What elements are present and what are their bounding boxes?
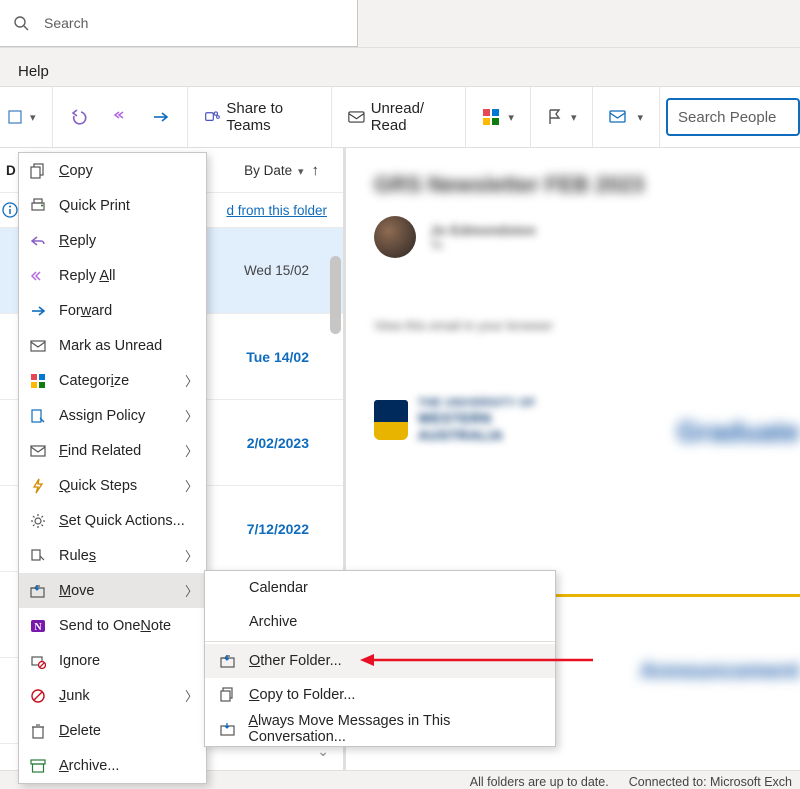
svg-text:N: N xyxy=(34,622,42,633)
junk-icon xyxy=(29,687,47,705)
print-icon xyxy=(29,197,47,215)
column-header-d: D xyxy=(6,163,16,178)
always-move-icon xyxy=(219,720,236,738)
copy-to-folder-icon xyxy=(219,686,237,704)
redo-button[interactable] xyxy=(145,103,177,131)
announcement-heading: Announcement xyxy=(640,658,800,684)
unread-read-label: Unread/ Read xyxy=(371,100,450,134)
email-subject: GRS Newsletter FEB 2023 xyxy=(374,172,772,198)
reply-all-icon xyxy=(29,267,47,285)
undo-button[interactable] xyxy=(63,103,95,131)
trash-icon xyxy=(29,722,47,740)
categorize-icon xyxy=(29,372,47,390)
policy-icon xyxy=(29,407,47,425)
share-to-teams-button[interactable]: Share to Teams xyxy=(198,96,321,138)
move-archive[interactable]: Archive xyxy=(205,605,555,639)
ctx-mark-unread[interactable]: Mark as Unread xyxy=(19,328,206,363)
ctx-copy[interactable]: Copy xyxy=(19,153,206,188)
uwa-text-1: THE UNIVERSITY OF xyxy=(418,397,536,410)
gear-icon xyxy=(29,512,47,530)
categorize-ribbon-button[interactable]: ▾ xyxy=(476,104,520,130)
forward-icon xyxy=(29,302,47,320)
ctx-archive[interactable]: Archive... xyxy=(19,748,206,783)
submenu-separator xyxy=(205,641,555,642)
focused-folder-link[interactable]: d from this folder xyxy=(226,203,327,218)
copy-icon xyxy=(29,162,47,180)
search-people-input[interactable]: Search People xyxy=(666,98,800,136)
ctx-find-related[interactable]: Find Related〉 xyxy=(19,433,206,468)
share-to-teams-label: Share to Teams xyxy=(226,100,314,134)
view-in-browser-hint: View this email in your browser xyxy=(374,318,772,333)
title-search-bar: Search xyxy=(0,0,800,48)
annotation-arrow xyxy=(358,650,598,670)
onenote-icon: N xyxy=(29,617,47,635)
uwa-text-2: WESTERN xyxy=(418,410,536,427)
new-items-ribbon-button[interactable]: ▾ xyxy=(603,104,649,130)
lightning-icon xyxy=(29,477,47,495)
ctx-send-onenote[interactable]: NSend to OneNote xyxy=(19,608,206,643)
move-to-folder-icon xyxy=(29,582,47,600)
graduate-heading: Graduate xyxy=(677,416,800,448)
sort-direction-icon[interactable]: ↑ xyxy=(312,162,320,179)
ctx-ignore[interactable]: Ignore xyxy=(19,643,206,678)
ribbon: ▾ Share to Teams Unread/ Read ▾ xyxy=(0,87,800,148)
find-related-icon xyxy=(29,442,47,460)
uwa-text-3: AUSTRALIA xyxy=(418,427,536,444)
undo-all-button[interactable] xyxy=(103,103,137,131)
ctx-delete[interactable]: Delete xyxy=(19,713,206,748)
ctx-set-quick-actions[interactable]: Set Quick Actions... xyxy=(19,503,206,538)
sender-name: Jo Edmondston xyxy=(430,222,536,238)
sort-by-date[interactable]: By Date ▾ xyxy=(244,163,303,178)
global-search-box[interactable]: Search xyxy=(0,0,358,47)
ribbon-dropdown[interactable]: ▾ xyxy=(2,106,42,128)
list-scrollbar[interactable] xyxy=(330,256,341,596)
sender-avatar xyxy=(374,216,416,258)
rules-icon xyxy=(29,547,47,565)
search-icon xyxy=(12,14,30,32)
ctx-quick-steps[interactable]: Quick Steps〉 xyxy=(19,468,206,503)
ribbon-tabs: Help xyxy=(0,48,800,87)
ctx-quick-print[interactable]: Quick Print xyxy=(19,188,206,223)
context-menu: Copy Quick Print Reply Reply All Forward… xyxy=(18,152,207,784)
chevron-right-icon: 〉 xyxy=(185,476,198,495)
status-folders: All folders are up to date. xyxy=(470,775,609,789)
flag-ribbon-button[interactable]: ▾ xyxy=(541,104,583,130)
chevron-right-icon: 〉 xyxy=(185,441,198,460)
tab-help[interactable]: Help xyxy=(18,63,49,80)
archive-icon xyxy=(29,757,47,775)
chevron-right-icon: 〉 xyxy=(185,581,198,600)
sender-to: To xyxy=(430,238,536,252)
move-copy-to-folder[interactable]: Copy to Folder... xyxy=(205,678,555,712)
move-always-move[interactable]: Always Move Messages in This Conversatio… xyxy=(205,712,555,746)
chevron-right-icon: 〉 xyxy=(185,546,198,565)
ignore-icon xyxy=(29,652,47,670)
reply-icon xyxy=(29,232,47,250)
chevron-right-icon: 〉 xyxy=(185,406,198,425)
ctx-rules[interactable]: Rules〉 xyxy=(19,538,206,573)
ctx-reply[interactable]: Reply xyxy=(19,223,206,258)
search-people-placeholder: Search People xyxy=(678,109,776,126)
status-connection: Connected to: Microsoft Exch xyxy=(629,775,792,789)
ctx-move[interactable]: Move〉 xyxy=(19,573,206,608)
ctx-junk[interactable]: Junk〉 xyxy=(19,678,206,713)
info-icon xyxy=(2,202,18,218)
chevron-right-icon: 〉 xyxy=(185,371,198,390)
unread-read-button[interactable]: Unread/ Read xyxy=(342,96,456,138)
move-calendar[interactable]: Calendar xyxy=(205,571,555,605)
global-search-placeholder: Search xyxy=(44,15,88,31)
move-to-folder-icon xyxy=(219,652,237,670)
ctx-reply-all[interactable]: Reply All xyxy=(19,258,206,293)
ctx-categorize[interactable]: Categorize〉 xyxy=(19,363,206,398)
uwa-shield-icon xyxy=(374,400,408,440)
ctx-assign-policy[interactable]: Assign Policy〉 xyxy=(19,398,206,433)
mail-closed-icon xyxy=(29,337,47,355)
ctx-forward[interactable]: Forward xyxy=(19,293,206,328)
scroll-thumb[interactable] xyxy=(330,256,341,334)
sender-row: Jo Edmondston To xyxy=(374,216,772,258)
chevron-right-icon: 〉 xyxy=(185,686,198,705)
